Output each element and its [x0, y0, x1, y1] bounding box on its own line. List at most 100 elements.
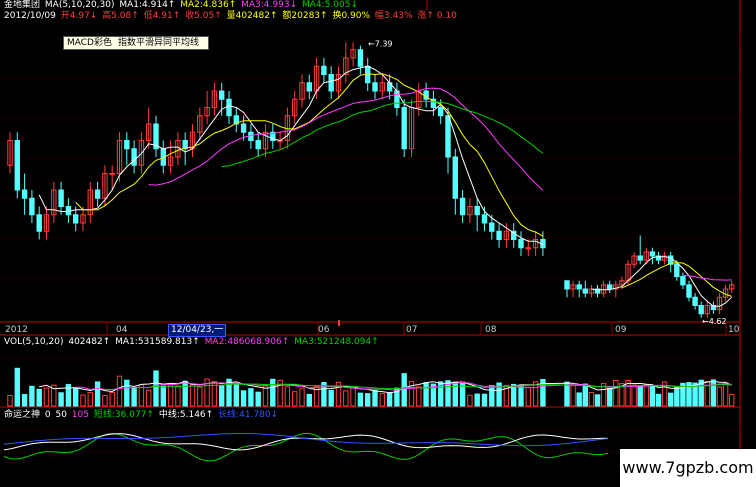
vol-ma1: MA1:531589.813↑: [115, 337, 200, 347]
vol-bar-82: [613, 379, 619, 407]
vol-bar-10: [80, 394, 86, 407]
ma1-line-a: [38, 65, 544, 245]
candle-a-body-70: [518, 239, 524, 249]
vol-bar-64: [474, 393, 480, 407]
vol-bar-9: [73, 387, 79, 407]
indicator-tooltip: MACD彩色 指数平滑异同平均线: [63, 36, 209, 50]
vol-bar-4: [36, 388, 42, 407]
tooltip-desc: 指数平滑异同平均线: [117, 38, 199, 48]
main-header-row1: 金地集团 MA(5,10,20,30) MA1:4.914↑ MA2:4.836…: [4, 0, 360, 11]
ma-label: MA(5,10,20,30): [44, 0, 115, 10]
candle-a-body-29: [219, 90, 225, 100]
candle-a-body-2: [21, 189, 28, 199]
vol-bar-74: [564, 381, 570, 407]
vol-bar-12: [94, 381, 101, 407]
ma3-line-a: [148, 87, 544, 191]
date-value: 2012/10/09: [4, 11, 56, 21]
indicator-b: 50: [55, 410, 67, 420]
candle-a-body-43: [321, 65, 327, 75]
vol-bar-101: [729, 393, 735, 407]
indicator-a: 0: [44, 410, 51, 420]
candle-a-body-30: [226, 98, 232, 117]
vol-bar-24: [182, 380, 188, 407]
vol-bar-88: [649, 385, 656, 407]
stock-chart-window: ←7.39 ←4.62 金地集团 MA(5,10,20,30) MA1:4.914…: [0, 0, 756, 487]
vol-bar-22: [167, 384, 174, 407]
low-price-label: ←4.62: [702, 317, 727, 326]
vol-header: VOL(5,10,20) 402482↑ MA1:531589.813↑ MA2…: [4, 337, 381, 348]
candle-a-body-44: [328, 74, 334, 92]
indicator-short: 短线:36.077↑: [93, 410, 154, 420]
vol-bar-34: [255, 391, 261, 407]
candle-b-body-3: [582, 288, 588, 294]
indicator-header: 命运之神 0 50 105 短线:36.077↑ 中线:5.146↑ 长线:41…: [4, 410, 280, 421]
vol-bar-2: [21, 394, 28, 407]
vol-bar-29: [219, 385, 225, 407]
vol-bar-91: [668, 392, 674, 407]
vol-bar-51: [379, 393, 386, 407]
indicator-long: 长线:41.780↓: [218, 410, 279, 420]
candle-b-body-19: [680, 276, 686, 286]
candle-a-body-17: [131, 148, 137, 166]
candle-a-body-54: [401, 107, 407, 150]
vol-bar-35: [262, 385, 269, 407]
vol-bar-85: [631, 384, 637, 407]
x-label-07: 07: [406, 325, 418, 335]
vol-bar-100: [722, 382, 729, 407]
x-label-04: 04: [116, 325, 128, 335]
x-label-2012: 2012: [5, 325, 28, 335]
candle-a-body-9: [73, 214, 79, 224]
candle-b-body-20: [686, 284, 692, 298]
indicator-c: 105: [71, 410, 90, 420]
amount-value: 额20283↑: [282, 11, 328, 21]
vol-bar-48: [357, 392, 364, 407]
vol-bar-36: [270, 378, 276, 407]
candle-a-body-64: [474, 206, 480, 216]
low-value: 低4.91↑: [143, 11, 181, 21]
vol-bar-0: [7, 395, 13, 407]
vol-bar-23: [175, 385, 181, 407]
candle-b-body-14: [649, 251, 656, 257]
candle-a-body-67: [496, 230, 502, 240]
vol-bar-17: [131, 387, 137, 407]
vol-bar-16: [124, 379, 130, 407]
vol-bar-32: [240, 390, 247, 407]
vol-bar-99: [716, 386, 723, 407]
high-price-label: ←7.39: [368, 39, 393, 48]
vol-bar-5: [43, 387, 50, 407]
vol-bar-15: [116, 375, 123, 407]
stock-name: 金地集团: [4, 0, 41, 10]
vol-bar-33: [248, 388, 254, 407]
candle-b-body-7: [607, 284, 613, 290]
vol-bar-92: [674, 386, 680, 407]
main-header-row2: 2012/10/09 开4.97↓ 高5.08↑ 低4.91↑ 收5.05↑ 量…: [4, 11, 459, 22]
candle-b-body-22: [698, 305, 704, 315]
x-label-06: 06: [318, 325, 330, 335]
vol-label: VOL(5,10,20): [4, 337, 64, 347]
volume-value: 量402482↑: [226, 11, 278, 21]
vol-bar-69: [511, 383, 517, 407]
vol-bar-19: [146, 389, 152, 407]
ma1-line-b: [591, 256, 733, 307]
vol-bar-11: [87, 392, 93, 407]
vol-bar-3: [29, 385, 35, 407]
candle-a-body-1: [14, 140, 21, 191]
vol-bar-98: [710, 379, 717, 407]
vol-bar-78: [588, 391, 595, 407]
candle-b-body-18: [674, 263, 680, 278]
vol-bar-52: [386, 391, 393, 407]
candle-a-body-7: [58, 189, 64, 207]
vol-bar-63: [467, 394, 473, 407]
candle-b-body-0: [564, 280, 570, 290]
candle-a-body-12: [94, 189, 101, 199]
candle-a-body-59: [438, 107, 444, 117]
x-label-09: 09: [615, 325, 627, 335]
open-value: 开4.97↓: [60, 11, 98, 21]
candle-a-body-66: [489, 222, 495, 232]
vol-bar-44: [328, 389, 334, 407]
vol-bar-70: [518, 384, 524, 407]
vol-bar-75: [570, 385, 576, 407]
candle-a-body-48: [357, 49, 364, 67]
vol-bar-1: [14, 367, 21, 407]
vol-bar-49: [365, 393, 371, 407]
